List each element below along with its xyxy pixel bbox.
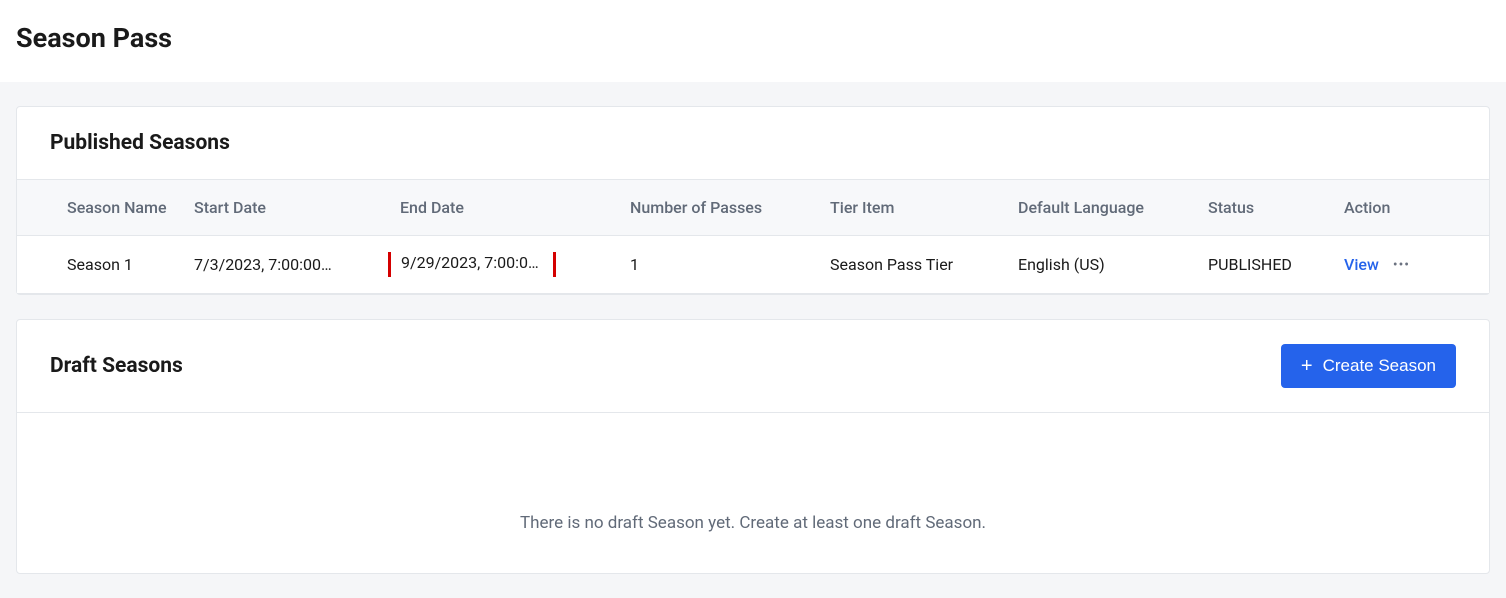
cell-end-date: 9/29/2023, 7:00:0… <box>388 252 618 277</box>
content-area: Published Seasons Season Name Start Date… <box>0 82 1506 598</box>
page-title: Season Pass <box>16 22 1490 54</box>
col-header-name: Season Name <box>17 198 182 217</box>
view-link[interactable]: View <box>1344 255 1379 274</box>
cell-default-language: English (US) <box>1006 255 1196 274</box>
draft-seasons-header: Draft Seasons + Create Season <box>17 320 1489 413</box>
col-header-start: Start Date <box>182 198 388 217</box>
cell-start-date: 7/3/2023, 7:00:00… <box>182 255 388 274</box>
published-seasons-header: Published Seasons <box>17 107 1489 180</box>
page-header: Season Pass <box>0 0 1506 82</box>
table-header-row: Season Name Start Date End Date Number o… <box>17 180 1489 236</box>
cell-action: View ••• <box>1336 255 1489 274</box>
cell-season-name: Season 1 <box>17 255 182 274</box>
published-seasons-card: Published Seasons Season Name Start Date… <box>16 106 1490 295</box>
draft-seasons-card: Draft Seasons + Create Season There is n… <box>16 319 1490 574</box>
end-date-highlight: 9/29/2023, 7:00:0… <box>388 252 556 277</box>
more-actions-icon[interactable]: ••• <box>1393 257 1410 273</box>
col-header-end: End Date <box>388 198 618 217</box>
draft-empty-state: There is no draft Season yet. Create at … <box>17 413 1489 573</box>
draft-seasons-title: Draft Seasons <box>50 354 183 378</box>
cell-tier-item: Season Pass Tier <box>818 255 1006 274</box>
col-header-lang: Default Language <box>1006 198 1196 217</box>
create-season-button[interactable]: + Create Season <box>1281 344 1456 388</box>
cell-status: PUBLISHED <box>1196 255 1336 274</box>
create-season-label: Create Season <box>1323 356 1436 376</box>
col-header-tier: Tier Item <box>818 198 1006 217</box>
plus-icon: + <box>1301 356 1313 376</box>
published-seasons-title: Published Seasons <box>50 131 230 155</box>
cell-num-passes: 1 <box>618 255 818 274</box>
col-header-passes: Number of Passes <box>618 198 818 217</box>
col-header-action: Action <box>1336 198 1489 217</box>
table-row: Season 1 7/3/2023, 7:00:00… 9/29/2023, 7… <box>17 236 1489 294</box>
col-header-status: Status <box>1196 198 1336 217</box>
